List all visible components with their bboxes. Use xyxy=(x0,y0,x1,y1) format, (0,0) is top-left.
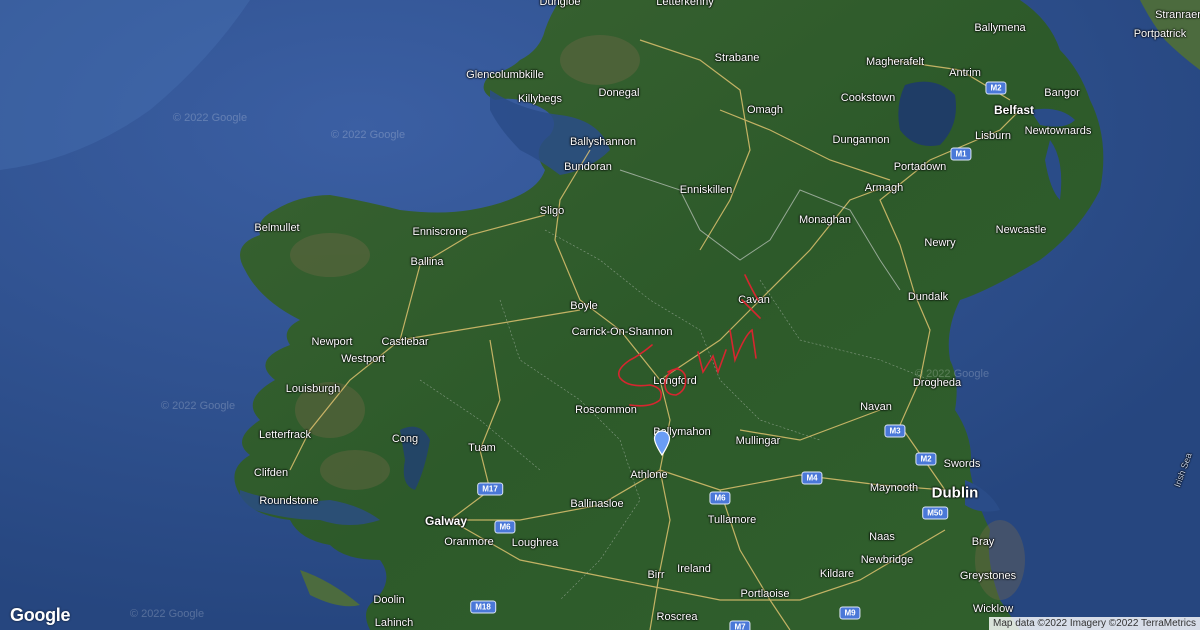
map-attribution[interactable]: Map data ©2022 Imagery ©2022 TerraMetric… xyxy=(989,617,1200,630)
map-view[interactable]: Dungloe Letterkenny Ballymena Portpatrick St… xyxy=(0,0,1200,630)
scribble-annotation xyxy=(617,274,761,407)
location-pin-icon[interactable] xyxy=(653,430,671,456)
google-logo: Google xyxy=(10,605,71,625)
